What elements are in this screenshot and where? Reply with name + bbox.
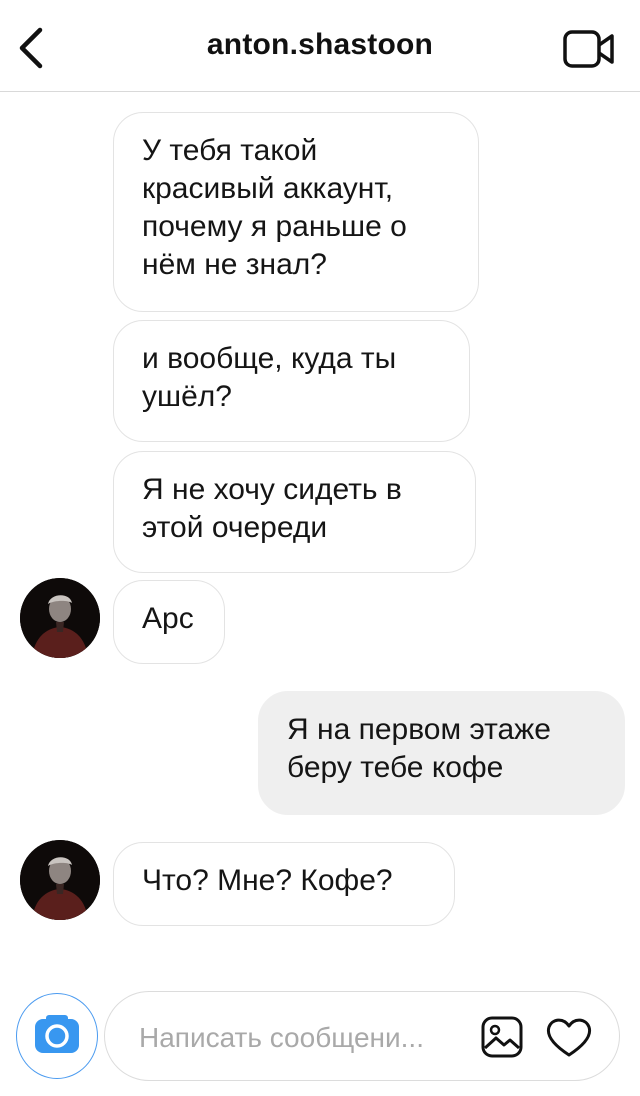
chat-title[interactable]: anton.shastoon — [0, 28, 640, 62]
message-text: Я на первом этаже беру тебе кофе — [287, 713, 551, 784]
avatar-image — [20, 840, 100, 920]
avatar[interactable] — [20, 840, 100, 920]
message-composer[interactable]: Написать сообщени... — [104, 991, 620, 1081]
gallery-button[interactable] — [481, 1016, 523, 1058]
gallery-icon — [481, 1016, 523, 1058]
message-text: Что? Мне? Кофе? — [142, 864, 393, 897]
like-button[interactable] — [545, 1016, 593, 1058]
message-text: и вообще, куда ты ушёл? — [142, 342, 397, 413]
message-input[interactable]: Написать сообщени... — [139, 1022, 424, 1054]
message-bubble[interactable]: У тебя такой красивый аккаунт, почему я … — [113, 112, 479, 312]
heart-icon — [546, 1018, 592, 1057]
message-bubble[interactable]: Что? Мне? Кофе? — [113, 842, 455, 926]
message-bubble-sent[interactable]: Я на первом этаже беру тебе кофе — [258, 691, 625, 815]
video-camera-icon — [563, 30, 614, 68]
message-bubble[interactable]: и вообще, куда ты ушёл? — [113, 320, 470, 442]
message-bubble[interactable]: Я не хочу сидеть в этой очереди — [113, 451, 476, 573]
avatar[interactable] — [20, 578, 100, 658]
video-call-button[interactable] — [562, 28, 616, 70]
camera-icon — [35, 1015, 79, 1053]
message-bubble[interactable]: Арс — [113, 580, 225, 664]
message-text: У тебя такой красивый аккаунт, почему я … — [142, 134, 407, 281]
message-text: Я не хочу сидеть в этой очереди — [142, 473, 402, 544]
camera-button[interactable] — [16, 993, 98, 1079]
message-text: Арс — [142, 602, 194, 635]
chat-header: anton.shastoon — [0, 0, 640, 92]
avatar-image — [20, 578, 100, 658]
